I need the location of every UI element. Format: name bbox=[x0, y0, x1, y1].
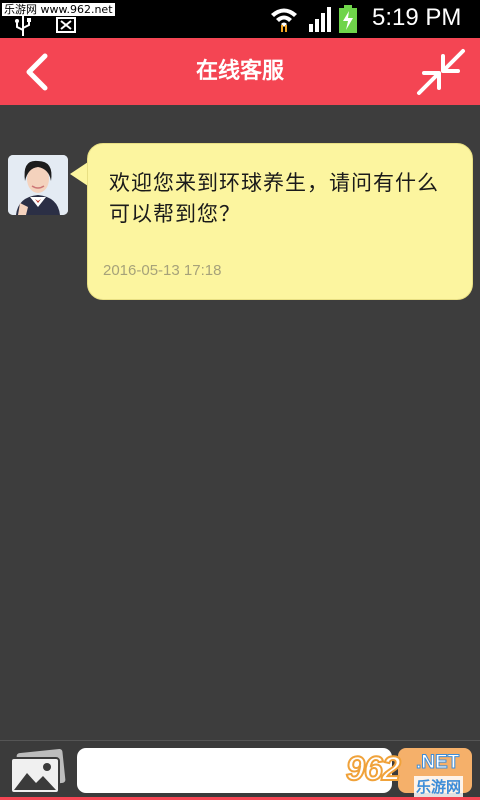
back-button[interactable] bbox=[18, 52, 58, 92]
agent-portrait-icon bbox=[8, 155, 68, 215]
minimize-button[interactable] bbox=[415, 48, 467, 96]
page-title: 在线客服 bbox=[195, 59, 284, 84]
image-icon bbox=[10, 748, 66, 794]
message-bubble[interactable]: 欢迎您来到环球养生，请问有什么可以帮到您？ 2016-05-13 17:18 bbox=[87, 143, 473, 300]
watermark-label: 乐游网 www.962.net bbox=[2, 3, 115, 16]
battery-icon bbox=[338, 5, 358, 33]
bubble-tail bbox=[70, 162, 88, 186]
chevron-left-icon bbox=[26, 53, 48, 91]
message-text: 欢迎您来到环球养生，请问有什么可以帮到您？ bbox=[109, 171, 439, 226]
agent-avatar[interactable] bbox=[8, 155, 68, 215]
image-picker-button[interactable] bbox=[8, 748, 66, 795]
minimize-arrows-icon bbox=[417, 49, 465, 95]
title-bar: 在线客服 bbox=[0, 38, 480, 105]
status-bar: 乐游网 www.962.net 5:19 PM bbox=[0, 0, 480, 38]
usb-icon bbox=[14, 16, 32, 36]
wifi-icon bbox=[269, 5, 299, 33]
message-timestamp: 2016-05-13 17:18 bbox=[103, 262, 222, 279]
x-icon bbox=[56, 17, 76, 33]
clock: 5:19 PM bbox=[372, 4, 462, 31]
composer-bar bbox=[0, 740, 480, 800]
signal-icon bbox=[307, 6, 333, 32]
message-input[interactable] bbox=[77, 748, 392, 793]
send-button[interactable] bbox=[398, 748, 472, 793]
